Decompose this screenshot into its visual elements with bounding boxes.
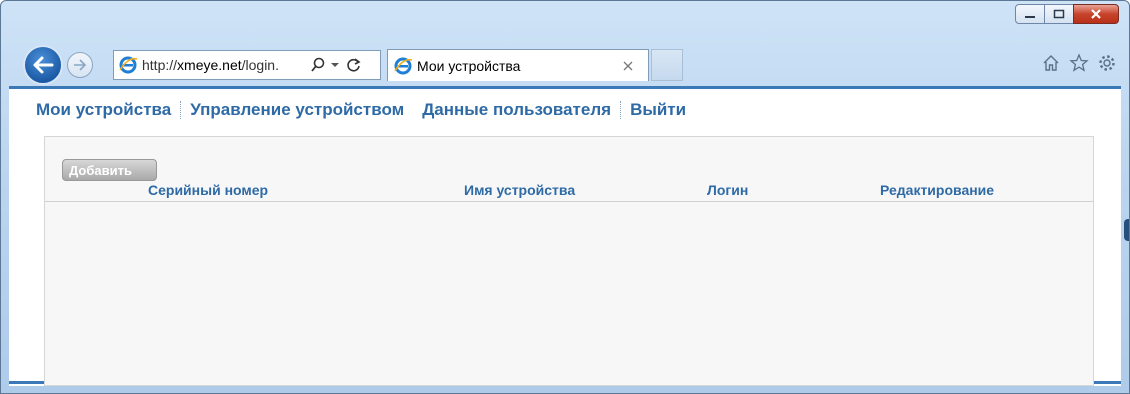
column-edit: Редактирование bbox=[880, 182, 995, 198]
gear-icon[interactable] bbox=[1097, 53, 1117, 73]
new-tab-button[interactable] bbox=[651, 49, 683, 81]
minimize-icon bbox=[1025, 16, 1035, 18]
nav-separator bbox=[620, 101, 622, 119]
main-nav: Мои устройства Управление устройством Да… bbox=[36, 100, 686, 120]
internet-explorer-icon bbox=[119, 56, 138, 74]
browser-toolbar: http://xmeye.net/login. Мои устройства bbox=[1, 31, 1129, 87]
url-path: /login. bbox=[241, 57, 279, 73]
refresh-icon[interactable] bbox=[346, 57, 362, 73]
internet-explorer-icon bbox=[394, 57, 413, 74]
close-icon bbox=[1091, 9, 1101, 19]
back-button[interactable] bbox=[23, 45, 63, 85]
star-icon[interactable] bbox=[1069, 53, 1089, 73]
nav-separator bbox=[180, 101, 182, 119]
close-window-button[interactable] bbox=[1073, 4, 1119, 24]
maximize-button[interactable] bbox=[1044, 4, 1074, 24]
search-icon[interactable] bbox=[310, 57, 326, 73]
tab-title: Мои устройства bbox=[417, 57, 521, 74]
maximize-icon bbox=[1053, 9, 1065, 19]
window-controls bbox=[1015, 4, 1119, 24]
column-device-name: Имя устройства bbox=[464, 182, 576, 198]
devices-table-header: Серийный номер Имя устройства Логин Реда… bbox=[45, 181, 1093, 202]
browser-command-icons bbox=[1041, 53, 1117, 73]
nav-logout[interactable]: Выйти bbox=[630, 100, 686, 120]
nav-device-management[interactable]: Управление устройством bbox=[190, 100, 404, 120]
address-bar[interactable]: http://xmeye.net/login. bbox=[113, 50, 381, 80]
column-login: Логин bbox=[707, 182, 749, 198]
dropdown-arrow-icon[interactable] bbox=[330, 57, 340, 73]
add-device-button[interactable]: Добавить bbox=[62, 159, 157, 181]
minimize-button[interactable] bbox=[1015, 4, 1045, 24]
column-serial-number: Серийный номер bbox=[148, 182, 269, 198]
forward-button[interactable] bbox=[67, 52, 93, 78]
forward-arrow-icon bbox=[74, 59, 87, 71]
close-tab-icon[interactable] bbox=[622, 60, 634, 72]
url-scheme: http:// bbox=[142, 57, 178, 73]
home-icon[interactable] bbox=[1041, 53, 1061, 73]
side-handle[interactable] bbox=[1124, 219, 1129, 241]
url-domain: xmeye.net bbox=[177, 57, 242, 73]
browser-tab[interactable]: Мои устройства bbox=[387, 49, 649, 81]
address-url[interactable]: http://xmeye.net/login. bbox=[142, 57, 304, 73]
nav-user-data[interactable]: Данные пользователя bbox=[422, 100, 611, 120]
back-arrow-icon bbox=[33, 56, 54, 74]
devices-panel: Добавить Серийный номер Имя устройства Л… bbox=[44, 136, 1094, 386]
nav-my-devices[interactable]: Мои устройства bbox=[36, 100, 171, 120]
